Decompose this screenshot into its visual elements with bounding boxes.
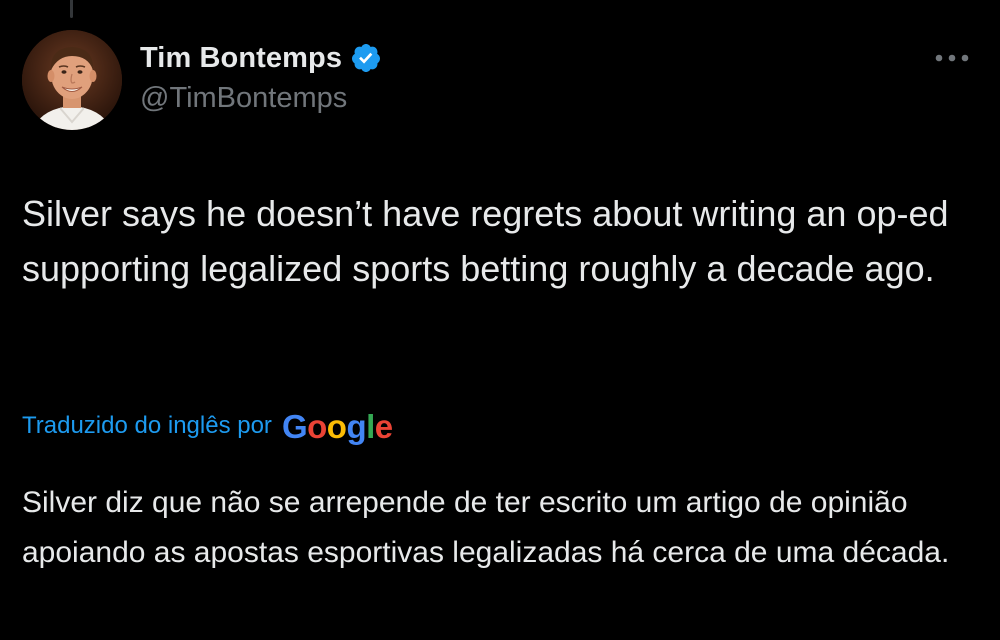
translation-attribution: Traduzido do inglês por Google bbox=[22, 404, 393, 448]
google-logo[interactable]: Google bbox=[282, 408, 393, 446]
google-logo-letter: e bbox=[374, 408, 393, 445]
google-logo-letter: o bbox=[326, 408, 347, 445]
translated-by-link[interactable]: Traduzido do inglês por bbox=[22, 412, 272, 440]
author-handle[interactable]: @TimBontemps bbox=[140, 82, 347, 115]
google-logo-letter: G bbox=[281, 408, 308, 445]
avatar[interactable] bbox=[22, 30, 122, 130]
tweet-text: Silver says he doesn’t have regrets abou… bbox=[22, 193, 949, 289]
author-display-name[interactable]: Tim Bontemps bbox=[140, 42, 342, 75]
more-options-icon[interactable] bbox=[928, 44, 976, 72]
translated-tweet-text: Silver diz que não se arrepende de ter e… bbox=[22, 486, 950, 569]
google-logo-letter: l bbox=[366, 408, 375, 445]
google-logo-letter: g bbox=[346, 408, 367, 445]
verified-badge-icon bbox=[350, 42, 382, 74]
author-name-row: Tim Bontemps bbox=[140, 40, 382, 76]
google-logo-letter: o bbox=[307, 408, 327, 445]
avatar-photo bbox=[22, 30, 122, 130]
thread-connector-line bbox=[70, 0, 73, 18]
